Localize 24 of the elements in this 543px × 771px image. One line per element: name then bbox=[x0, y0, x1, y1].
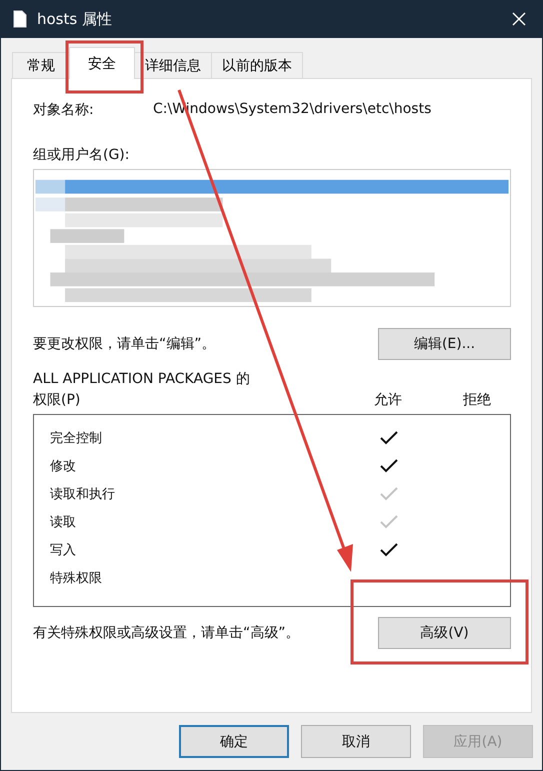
permission-name: 修改 bbox=[49, 458, 77, 475]
file-icon bbox=[13, 10, 27, 28]
permission-name: 特殊权限 bbox=[49, 570, 103, 587]
permissions-label: 权限(P) bbox=[33, 391, 82, 409]
object-name-label: 对象名称: bbox=[33, 101, 95, 119]
close-icon bbox=[512, 12, 526, 26]
tab[interactable]: 常规 bbox=[12, 52, 70, 78]
advanced-button[interactable]: 高级(V) bbox=[378, 617, 511, 649]
permission-name: 完全控制 bbox=[49, 430, 103, 447]
edit-button[interactable]: 编辑(E)... bbox=[378, 328, 511, 360]
window-title: hosts 属性 bbox=[37, 10, 113, 28]
advanced-hint: 有关特殊权限或高级设置，请单击“高级”。 bbox=[33, 624, 300, 642]
permissions-for-label: ALL APPLICATION PACKAGES 的 bbox=[33, 370, 251, 388]
column-header: 拒绝 bbox=[462, 391, 492, 409]
permission-name: 读取 bbox=[49, 514, 77, 531]
dialog-button[interactable]: 确定 bbox=[179, 725, 289, 758]
column-header: 允许 bbox=[373, 391, 403, 409]
tab[interactable]: 安全 bbox=[69, 47, 135, 79]
group-label: 组或用户名(G): bbox=[33, 146, 130, 164]
edit-hint: 要更改权限，请单击“编辑”。 bbox=[33, 335, 216, 353]
tab[interactable]: 以前的版本 bbox=[211, 52, 303, 78]
permission-name: 写入 bbox=[49, 542, 77, 559]
dialog-button[interactable]: 取消 bbox=[301, 725, 411, 758]
permission-name: 读取和执行 bbox=[49, 486, 116, 503]
